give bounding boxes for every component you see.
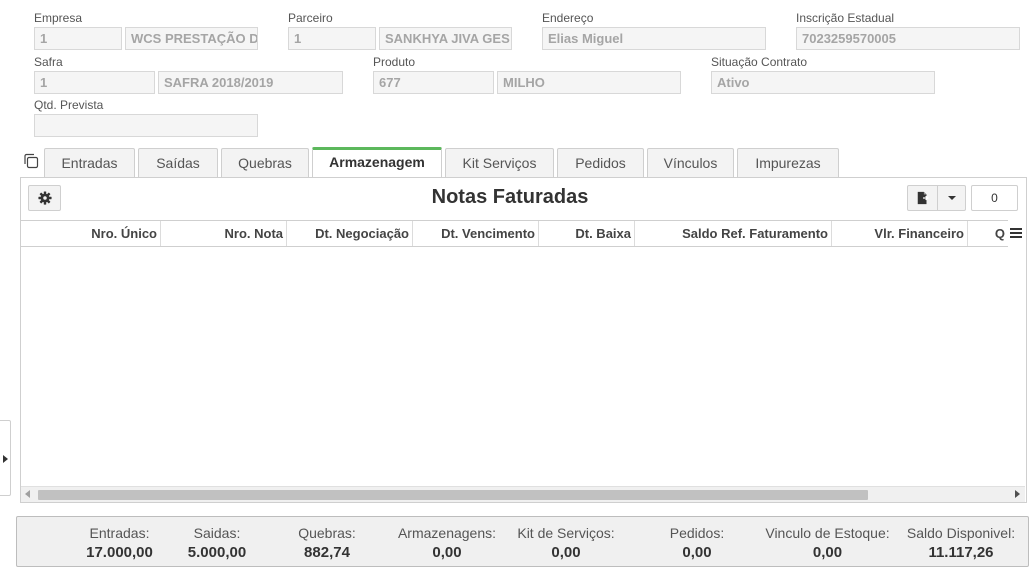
settings-button[interactable]	[28, 185, 61, 211]
copy-icon[interactable]	[23, 153, 39, 169]
qtd-prevista-label: Qtd. Prevista	[34, 98, 104, 112]
scrollbar-thumb[interactable]	[38, 490, 868, 500]
summary-value: 882,74	[304, 544, 350, 561]
endereco-label: Endereço	[542, 11, 594, 25]
summary-saidas: Saidas: 5.000,00	[177, 525, 257, 561]
gear-icon	[37, 191, 52, 205]
inscricao-field[interactable]: 7023259570005	[796, 27, 1020, 50]
column-menu-button[interactable]	[1008, 220, 1025, 247]
summary-label: Quebras:	[298, 525, 356, 541]
summary-pedidos: Pedidos: 0,00	[652, 525, 742, 561]
column-saldo-ref-faturamento[interactable]: Saldo Ref. Faturamento	[635, 221, 832, 246]
record-count: 0	[971, 185, 1018, 211]
side-panel-toggle[interactable]	[0, 420, 11, 496]
summary-saldo-disponivel: Saldo Disponivel: 11.117,26	[901, 525, 1021, 561]
summary-label: Kit de Serviços:	[517, 525, 615, 541]
column-q[interactable]: Q	[968, 221, 1008, 246]
situacao-label: Situação Contrato	[711, 55, 808, 69]
summary-value: 11.117,26	[928, 544, 994, 561]
summary-value: 0,00	[812, 544, 843, 561]
summary-vinculo-estoque: Vinculo de Estoque: 0,00	[760, 525, 895, 561]
menu-icon	[1010, 228, 1022, 238]
empresa-label: Empresa	[34, 11, 83, 25]
summary-label: Pedidos:	[669, 525, 725, 541]
endereco-field[interactable]: Elias Miguel	[542, 27, 766, 50]
produto-label: Produto	[373, 55, 416, 69]
empresa-code-field[interactable]: 1	[34, 27, 122, 50]
tab-quebras[interactable]: Quebras	[221, 148, 309, 177]
summary-bar: Entradas: 17.000,00 Saidas: 5.000,00 Que…	[16, 516, 1029, 567]
situacao-field[interactable]: Ativo	[711, 71, 935, 94]
empresa-name-field[interactable]: WCS PRESTAÇÃO D	[125, 27, 258, 50]
summary-label: Armazenagens:	[397, 525, 497, 541]
tab-saidas[interactable]: Saídas	[138, 148, 218, 177]
column-nro-unico[interactable]: Nro. Único	[21, 221, 161, 246]
scroll-left-icon[interactable]	[25, 490, 30, 498]
panel-title: Notas Faturadas	[431, 186, 589, 208]
tab-vinculos[interactable]: Vínculos	[647, 148, 734, 177]
summary-value: 0,00	[432, 544, 462, 561]
summary-value: 17.000,00	[86, 544, 153, 561]
parceiro-label: Parceiro	[288, 11, 333, 25]
column-dt-vencimento[interactable]: Dt. Vencimento	[413, 221, 539, 246]
column-dt-baixa[interactable]: Dt. Baixa	[539, 221, 635, 246]
summary-kit-servicos: Kit de Serviços: 0,00	[512, 525, 620, 561]
summary-label: Entradas:	[89, 525, 150, 541]
summary-quebras: Quebras: 882,74	[287, 525, 367, 561]
column-nro-nota[interactable]: Nro. Nota	[161, 221, 287, 246]
tab-armazenagem[interactable]: Armazenagem	[312, 147, 442, 177]
summary-label: Saidas:	[193, 525, 241, 541]
tab-impurezas[interactable]: Impurezas	[737, 148, 839, 177]
tab-kit-servicos[interactable]: Kit Serviços	[445, 148, 554, 177]
parceiro-name-field[interactable]: SANKHYA JIVA GES	[379, 27, 512, 50]
summary-value: 0,00	[682, 544, 712, 561]
export-file-icon	[917, 191, 929, 205]
export-dropdown-button[interactable]	[938, 185, 966, 211]
chevron-down-icon	[947, 196, 956, 200]
summary-armazenagens: Armazenagens: 0,00	[392, 525, 502, 561]
column-vlr-financeiro[interactable]: Vlr. Financeiro	[832, 221, 968, 246]
scroll-right-icon[interactable]	[1015, 490, 1020, 498]
summary-label: Vinculo de Estoque:	[765, 525, 890, 541]
safra-label: Safra	[34, 55, 63, 69]
safra-name-field[interactable]: SAFRA 2018/2019	[158, 71, 343, 94]
grid-header: Nro. Único Nro. Nota Dt. Negociação Dt. …	[21, 220, 1025, 247]
produto-name-field[interactable]: MILHO	[497, 71, 681, 94]
export-button[interactable]	[907, 185, 938, 211]
qtd-prevista-field[interactable]	[34, 114, 258, 137]
produto-code-field[interactable]: 677	[373, 71, 494, 94]
parceiro-code-field[interactable]: 1	[288, 27, 376, 50]
column-dt-negociacao[interactable]: Dt. Negociação	[287, 221, 413, 246]
inscricao-label: Inscrição Estadual	[796, 11, 895, 25]
summary-label: Saldo Disponivel:	[906, 525, 1016, 541]
tab-entradas[interactable]: Entradas	[44, 148, 135, 177]
summary-value: 0,00	[551, 544, 581, 561]
summary-entradas: Entradas: 17.000,00	[77, 525, 162, 561]
safra-code-field[interactable]: 1	[34, 71, 155, 94]
horizontal-scrollbar[interactable]	[21, 486, 1025, 502]
summary-value: 5.000,00	[187, 544, 247, 561]
tab-pedidos[interactable]: Pedidos	[557, 148, 644, 177]
